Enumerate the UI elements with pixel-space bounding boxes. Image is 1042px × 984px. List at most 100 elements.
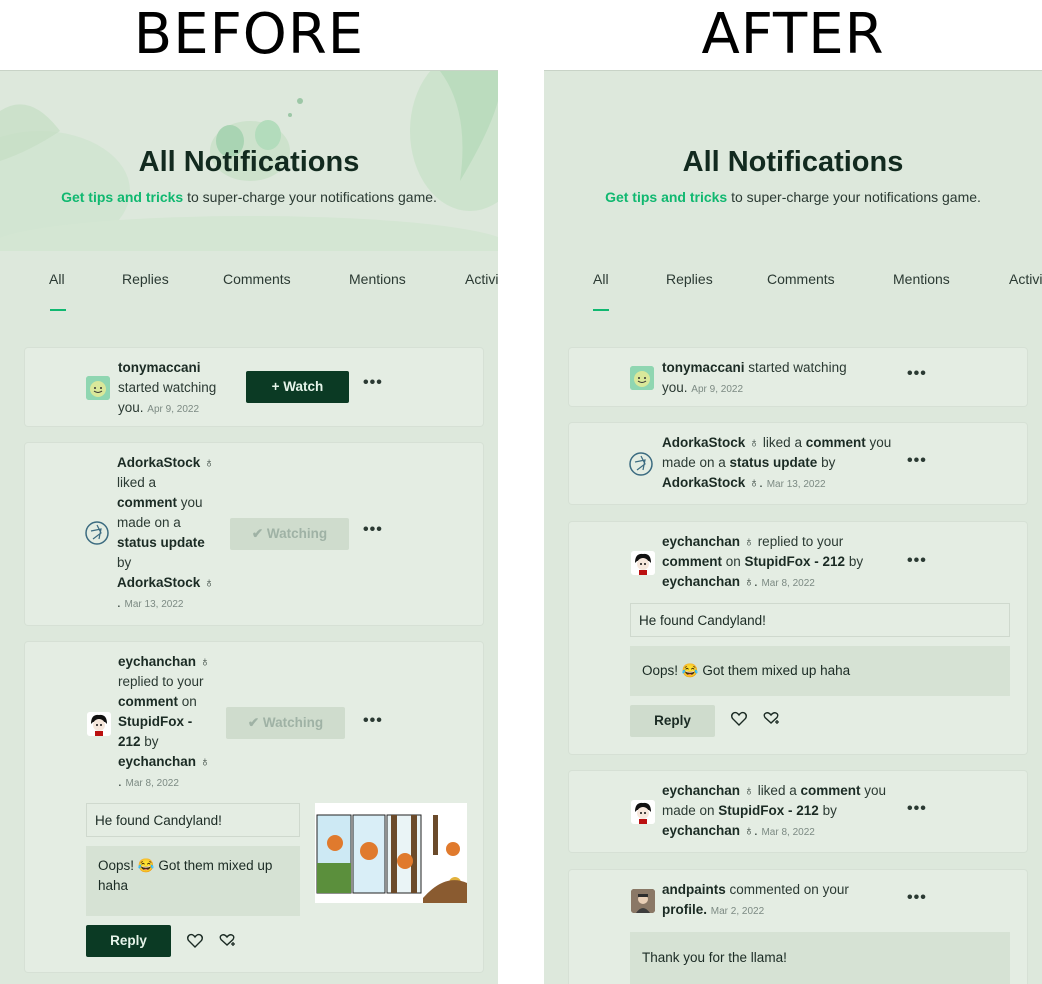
badge-icon: ♁ [743, 574, 754, 589]
deviation-link[interactable]: StupidFox - 212 [718, 803, 819, 818]
tips-link[interactable]: Get tips and tricks [61, 189, 183, 205]
tab-activity[interactable]: Activi [1009, 271, 1042, 287]
action-text: by [818, 803, 837, 818]
avatar[interactable] [631, 551, 655, 575]
more-options-icon[interactable]: ••• [363, 521, 383, 539]
username-link[interactable]: AdorkaStock [117, 575, 200, 590]
tab-mentions[interactable]: Mentions [349, 271, 406, 287]
profile-link[interactable]: profile. [662, 902, 707, 917]
avatar[interactable] [630, 366, 654, 390]
username-link[interactable]: andpaints [662, 882, 726, 897]
notification-card: AdorkaStock ♁ liked a comment you made o… [569, 423, 1027, 504]
avatar[interactable] [86, 376, 110, 400]
tips-link[interactable]: Get tips and tricks [605, 189, 727, 205]
timestamp: Mar 2, 2022 [710, 906, 765, 917]
more-options-icon[interactable]: ••• [907, 800, 927, 818]
heart-icon[interactable] [186, 932, 204, 950]
more-options-icon[interactable]: ••• [907, 365, 927, 383]
tab-mentions[interactable]: Mentions [893, 271, 950, 287]
reaction-icon[interactable] [218, 932, 236, 950]
heart-icon[interactable] [730, 710, 748, 728]
action-text: on [178, 694, 197, 709]
before-label: BEFORE [133, 2, 365, 67]
page-title: All Notifications [682, 146, 904, 178]
comment-link[interactable]: comment [117, 495, 177, 510]
username-link[interactable]: tonymaccani [118, 360, 201, 375]
tab-comments[interactable]: Comments [223, 271, 291, 287]
after-panel: All Notifications Get tips and tricks to… [544, 70, 1042, 984]
avatar[interactable] [631, 889, 655, 913]
notification-card: eychanchan ♁ replied to your comment on … [569, 522, 1027, 754]
comment-link[interactable]: comment [800, 783, 860, 798]
reply-text: Oops! 😂 Got them mixed up haha [86, 846, 300, 916]
tab-bar: All Replies Comments Mentions Activi [0, 271, 498, 311]
username-link[interactable]: eychanchan [662, 574, 740, 589]
more-options-icon[interactable]: ••• [363, 712, 383, 730]
badge-icon: ♁ [749, 475, 760, 490]
action-text: made on [662, 803, 719, 818]
timestamp: Mar 8, 2022 [125, 778, 179, 789]
page-subtitle: Get tips and tricks to super-charge your… [0, 189, 498, 205]
watch-button[interactable]: + Watch [246, 371, 349, 403]
tab-replies[interactable]: Replies [666, 271, 713, 287]
username-link[interactable]: AdorkaStock [662, 475, 745, 490]
more-options-icon[interactable]: ••• [363, 374, 383, 392]
reply-button[interactable]: Reply [86, 925, 171, 957]
avatar[interactable] [85, 521, 109, 545]
action-text: started watching [118, 380, 217, 395]
watching-button[interactable]: ✔ Watching [226, 707, 345, 739]
comment-link[interactable]: comment [806, 435, 866, 450]
more-options-icon[interactable]: ••• [907, 452, 927, 470]
comment-link[interactable]: comment [118, 694, 178, 709]
username-link[interactable]: AdorkaStock [662, 435, 745, 450]
active-tab-indicator [50, 309, 66, 311]
more-options-icon[interactable]: ••• [907, 552, 927, 570]
status-update-link[interactable]: status update [730, 455, 818, 470]
quoted-comment: He found Candyland! [630, 603, 1010, 637]
page-title: All Notifications [138, 146, 360, 178]
notification-card: AdorkaStock ♁ liked a comment you made o… [25, 443, 483, 625]
action-text: by [140, 734, 159, 749]
reaction-icon[interactable] [762, 710, 780, 728]
action-text: started watching [744, 360, 847, 375]
username-link[interactable]: eychanchan [662, 783, 740, 798]
tab-activity[interactable]: Activi [465, 271, 498, 287]
action-text: by [845, 554, 864, 569]
username-link[interactable]: eychanchan [118, 754, 196, 769]
badge-icon: ♁ [743, 823, 754, 838]
status-update-link[interactable]: status update [117, 535, 205, 550]
username-link[interactable]: AdorkaStock [117, 455, 200, 470]
action-text: commented on your [725, 882, 849, 897]
username-link[interactable]: eychanchan [662, 534, 740, 549]
avatar[interactable] [87, 712, 111, 736]
avatar[interactable] [629, 452, 653, 476]
notification-text: eychanchan ♁ replied to your comment on … [118, 654, 210, 789]
action-text: you [177, 495, 203, 510]
notification-card: tonymaccani started watching you. Apr 9,… [25, 348, 483, 426]
tab-comments[interactable]: Comments [767, 271, 835, 287]
watching-button[interactable]: ✔ Watching [230, 518, 349, 550]
username-link[interactable]: eychanchan [118, 654, 196, 669]
avatar[interactable] [631, 800, 655, 824]
tab-all[interactable]: All [49, 271, 65, 287]
notification-text: tonymaccani started watching you. Apr 9,… [662, 358, 912, 400]
tab-bar: All Replies Comments Mentions Activi [544, 271, 1042, 311]
reply-button[interactable]: Reply [630, 705, 715, 737]
more-options-icon[interactable]: ••• [907, 889, 927, 907]
deviation-link[interactable]: StupidFox - 212 [745, 554, 846, 569]
notification-text: eychanchan ♁ replied to your comment on … [662, 534, 864, 589]
deviation-link[interactable]: StupidFox - [118, 714, 192, 729]
action-text: you [860, 783, 887, 798]
deviation-link[interactable]: 212 [118, 734, 141, 749]
tab-replies[interactable]: Replies [122, 271, 169, 287]
badge-icon: ♁ [743, 783, 754, 798]
username-link[interactable]: eychanchan [662, 823, 740, 838]
comment-link[interactable]: comment [662, 554, 722, 569]
notification-card: eychanchan ♁ liked a comment you made on… [569, 771, 1027, 852]
deviation-thumbnail[interactable] [315, 803, 467, 903]
tips-text: to super-charge your notifications game. [183, 189, 437, 205]
after-label: AFTER [701, 2, 885, 67]
tab-all[interactable]: All [593, 271, 609, 287]
badge-icon: ♁ [199, 754, 210, 769]
username-link[interactable]: tonymaccani [662, 360, 745, 375]
